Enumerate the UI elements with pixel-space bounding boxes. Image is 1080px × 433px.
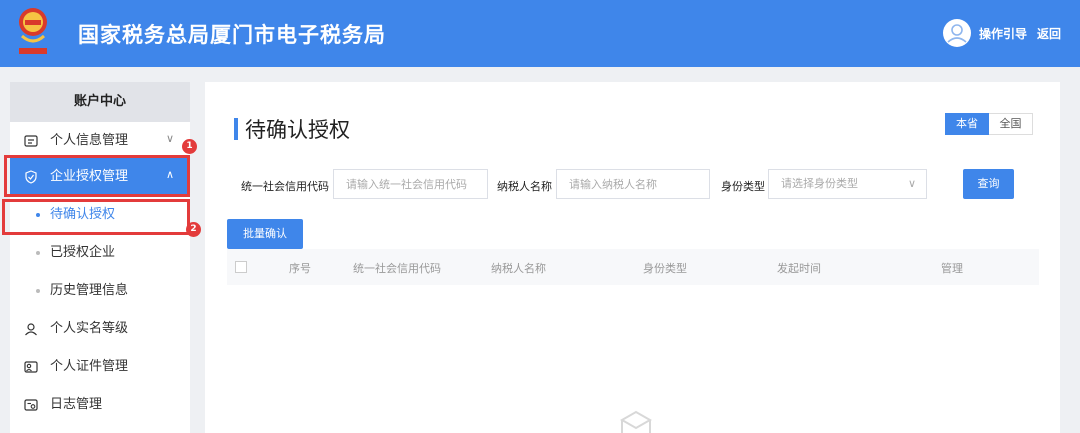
chevron-down-icon: ∨ (166, 132, 175, 145)
page-title: 待确认授权 (245, 118, 350, 142)
user-level-icon (25, 323, 37, 336)
sidebar-item-label: 历史管理信息 (50, 283, 129, 298)
credit-code-input[interactable] (333, 169, 488, 199)
sidebar-item-realname-level[interactable]: 个人实名等级 (10, 310, 190, 348)
sidebar-item-personal-certificates[interactable]: 个人证件管理 (10, 348, 190, 386)
user-avatar-icon[interactable] (943, 19, 971, 47)
query-button[interactable]: 查询 (963, 169, 1014, 199)
batch-confirm-button[interactable]: 批量确认 (227, 219, 303, 249)
column-header-taxpayer-name: 纳税人名称 (491, 262, 546, 275)
scope-national-button[interactable]: 全国 (989, 113, 1033, 135)
chevron-down-icon: ∨ (907, 177, 916, 190)
site-title: 国家税务总局厦门市电子税务局 (78, 23, 386, 47)
table-header-row: 序号 统一社会信用代码 纳税人名称 身份类型 发起时间 管理 (227, 249, 1039, 285)
taxpayer-name-label: 纳税人名称 (497, 180, 552, 193)
identity-type-select[interactable]: 请选择身份类型 ∨ (768, 169, 927, 199)
identity-type-placeholder: 请选择身份类型 (781, 177, 858, 190)
sidebar-item-label: 已授权企业 (50, 245, 116, 260)
callout-badge-1: 1 (182, 139, 197, 154)
sidebar-item-log-management[interactable]: 日志管理 (10, 386, 190, 424)
sidebar-item-label: 个人实名等级 (50, 321, 129, 336)
sidebar-heading: 账户中心 (10, 82, 190, 122)
account-sidebar: 账户中心 个人信息管理 ∨ 企业授权管理 ∧ 待确认授权 已授权企业 历史管理信… (10, 82, 190, 433)
id-card-icon (24, 135, 38, 147)
empty-box-icon (619, 410, 653, 433)
sidebar-subitem-authorized-enterprises[interactable]: 已授权企业 (10, 234, 190, 272)
bullet-dot (36, 251, 40, 255)
identity-type-label: 身份类型 (721, 180, 765, 193)
scope-province-button[interactable]: 本省 (945, 113, 989, 135)
callout-badge-2: 2 (186, 222, 201, 237)
taxpayer-name-input[interactable] (556, 169, 710, 199)
highlight-box-enterprise-auth (4, 155, 190, 197)
column-header-manage: 管理 (941, 262, 963, 275)
sidebar-item-label: 个人信息管理 (50, 133, 129, 148)
certificate-icon (24, 361, 38, 373)
scope-toggle: 本省 全国 (945, 113, 1033, 135)
title-accent-bar (234, 118, 238, 140)
column-header-credit-code: 统一社会信用代码 (353, 262, 441, 275)
guide-link[interactable]: 操作引导 (979, 25, 1027, 42)
column-header-identity-type: 身份类型 (643, 262, 687, 275)
column-header-index: 序号 (289, 262, 311, 275)
back-link[interactable]: 返回 (1037, 25, 1061, 42)
sidebar-item-label: 日志管理 (50, 397, 103, 412)
log-icon (24, 399, 38, 411)
bullet-dot (36, 289, 40, 293)
highlight-box-pending-auth (2, 199, 190, 235)
main-panel: 待确认授权 本省 全国 统一社会信用代码 纳税人名称 身份类型 请选择身份类型 … (205, 82, 1060, 433)
top-header: 国家税务总局厦门市电子税务局 操作引导 返回 (0, 0, 1080, 67)
credit-code-label: 统一社会信用代码 (241, 180, 329, 193)
select-all-checkbox[interactable] (235, 261, 247, 273)
sidebar-subitem-history-management[interactable]: 历史管理信息 (10, 272, 190, 310)
tax-emblem-logo (19, 8, 47, 54)
sidebar-item-label: 个人证件管理 (50, 359, 129, 374)
column-header-initiated-time: 发起时间 (777, 262, 821, 275)
